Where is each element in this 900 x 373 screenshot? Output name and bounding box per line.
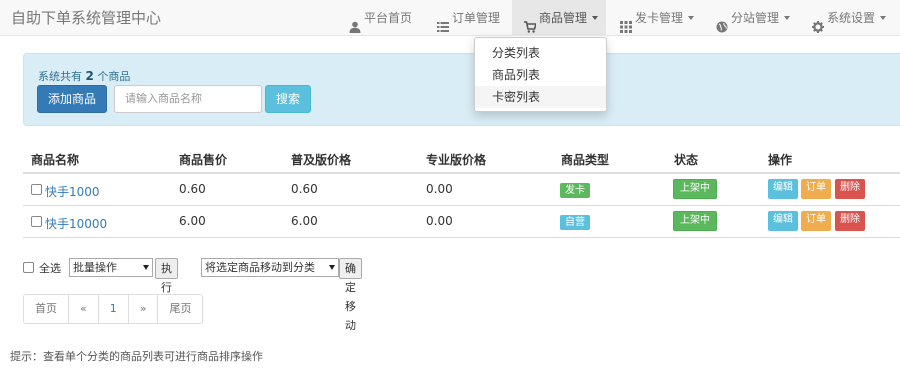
- nav-settings[interactable]: 系统设置: [812, 0, 887, 36]
- status-button[interactable]: 上架中: [673, 211, 717, 231]
- status-button[interactable]: 上架中: [673, 179, 717, 199]
- col-actions: 操作: [768, 153, 793, 167]
- nav-cards[interactable]: 发卡管理: [620, 0, 695, 36]
- brand-title[interactable]: 自助下单系统管理中心: [11, 7, 161, 28]
- menu-item-product-list[interactable]: 商品列表: [475, 64, 606, 86]
- nav-products[interactable]: 商品管理: [512, 0, 606, 36]
- page-current[interactable]: 1: [99, 295, 129, 323]
- nav-home[interactable]: 平台首页: [349, 0, 412, 36]
- nav-products-label: 商品管理: [539, 11, 588, 25]
- grid-icon: [620, 12, 632, 33]
- gear-icon: [812, 12, 824, 33]
- table-header: 商品名称 商品售价 普及版价格 专业版价格 商品类型 状态 操作: [23, 145, 900, 174]
- col-pro-price: 专业版价格: [426, 153, 487, 167]
- products-dropdown-menu: 分类列表 商品列表 卡密列表: [474, 37, 607, 112]
- table-row: 快手1000 0.60 0.60 0.00 发卡 上架中 编辑 订单 删除: [23, 174, 900, 206]
- cart-icon: [524, 12, 538, 33]
- select-all-checkbox[interactable]: [23, 262, 34, 273]
- confirm-move-button[interactable]: 确定移动: [339, 258, 362, 332]
- tip-text: 提示：查看单个分类的商品列表可进行商品排序操作: [10, 350, 263, 363]
- execute-button[interactable]: 执行: [155, 258, 178, 294]
- nav-home-label: 平台首页: [364, 11, 413, 25]
- move-category-select[interactable]: 将选定商品移动到分类: [201, 258, 339, 277]
- search-input[interactable]: 请输入商品名称: [114, 85, 262, 113]
- dropdown-arrow-icon: [143, 265, 149, 270]
- price-cell: 0.60: [179, 182, 206, 196]
- search-button[interactable]: 搜索: [265, 85, 311, 113]
- chevron-down-icon: [784, 16, 791, 20]
- product-count: 2: [85, 69, 94, 83]
- nav-orders[interactable]: 订单管理: [437, 0, 500, 36]
- col-basic-price: 普及版价格: [291, 153, 352, 167]
- count-suffix: 个商品: [97, 70, 131, 83]
- delete-button[interactable]: 删除: [835, 211, 865, 231]
- menu-item-card-keys[interactable]: 卡密列表: [475, 86, 606, 108]
- orders-button[interactable]: 订单: [801, 179, 831, 199]
- chevron-down-icon: [592, 16, 599, 20]
- add-product-button[interactable]: 添加商品: [37, 85, 107, 113]
- top-navbar: 自助下单系统管理中心 平台首页 订单管理 商品管理 发卡管理 分站管理 系统设置: [0, 0, 900, 36]
- chevron-down-icon: [880, 16, 887, 20]
- pro-price-cell: 0.00: [426, 182, 453, 196]
- row-checkbox[interactable]: [31, 216, 42, 227]
- page-prev[interactable]: «: [69, 295, 99, 323]
- edit-button[interactable]: 编辑: [768, 211, 798, 231]
- col-type: 商品类型: [561, 153, 610, 167]
- list-icon: [437, 12, 449, 32]
- nav-substations[interactable]: 分站管理: [716, 0, 791, 36]
- chevron-down-icon: [688, 16, 695, 20]
- edit-button[interactable]: 编辑: [768, 179, 798, 199]
- col-status: 状态: [674, 153, 699, 167]
- nav-settings-label: 系统设置: [827, 11, 876, 25]
- menu-item-categories[interactable]: 分类列表: [475, 42, 606, 64]
- batch-action-value: 批量操作: [73, 261, 117, 274]
- pro-price-cell: 0.00: [426, 214, 453, 228]
- count-prefix: 系统共有: [38, 70, 82, 83]
- batch-action-select[interactable]: 批量操作: [69, 258, 153, 277]
- page-last[interactable]: 尾页: [158, 295, 202, 323]
- nav-substations-label: 分站管理: [731, 11, 780, 25]
- product-table: 商品名称 商品售价 普及版价格 专业版价格 商品类型 状态 操作 快手1000 …: [23, 145, 900, 238]
- price-cell: 6.00: [179, 214, 206, 228]
- delete-button[interactable]: 删除: [835, 179, 865, 199]
- pagination: 首页 « 1 » 尾页: [23, 294, 204, 324]
- orders-button[interactable]: 订单: [801, 211, 831, 231]
- col-name: 商品名称: [31, 153, 80, 167]
- info-panel: 系统共有 2 个商品 添加商品 请输入商品名称 搜索: [23, 53, 900, 126]
- user-icon: [349, 12, 361, 33]
- basic-price-cell: 0.60: [291, 182, 318, 196]
- type-badge: 发卡: [560, 183, 590, 198]
- table-row: 快手10000 6.00 6.00 0.00 自营 上架中 编辑 订单 删除: [23, 206, 900, 238]
- dropdown-arrow-icon: [329, 265, 335, 270]
- nav-cards-label: 发卡管理: [635, 11, 684, 25]
- col-price: 商品售价: [179, 153, 228, 167]
- product-count-text: 系统共有 2 个商品: [38, 68, 130, 84]
- page-first[interactable]: 首页: [24, 295, 69, 323]
- nav-orders-label: 订单管理: [452, 11, 501, 25]
- page-next[interactable]: »: [129, 295, 159, 323]
- product-name-link[interactable]: 快手1000: [45, 183, 100, 200]
- select-all-label: 全选: [39, 262, 61, 275]
- move-category-value: 将选定商品移动到分类: [205, 261, 315, 274]
- globe-icon: [716, 12, 728, 33]
- type-badge: 自营: [560, 215, 590, 230]
- row-checkbox[interactable]: [31, 184, 42, 195]
- basic-price-cell: 6.00: [291, 214, 318, 228]
- product-name-link[interactable]: 快手10000: [45, 215, 107, 232]
